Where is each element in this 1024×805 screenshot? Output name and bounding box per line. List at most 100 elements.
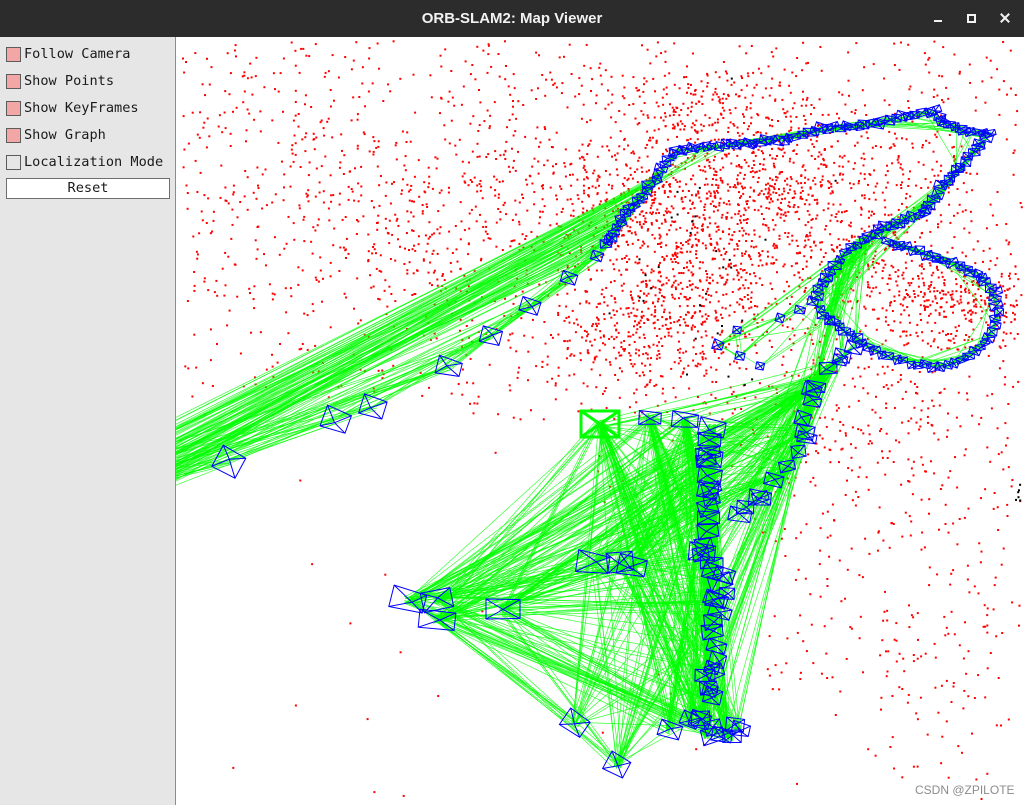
map-point (703, 165, 706, 168)
map-point (863, 158, 866, 161)
map-point (752, 189, 755, 192)
map-point (1016, 110, 1019, 113)
map-point (440, 65, 443, 68)
map-point (655, 55, 658, 58)
map-point (1014, 273, 1017, 275)
map-point (678, 297, 680, 300)
map-point (408, 249, 410, 251)
map-point (989, 259, 992, 262)
map-point (787, 285, 790, 288)
map-point (643, 337, 646, 339)
map-point (771, 125, 774, 128)
graph-edge (176, 241, 608, 454)
map-canvas[interactable]: CSDN @ZPILOTE (176, 37, 1024, 805)
map-point (585, 330, 588, 333)
map-point (476, 142, 479, 145)
map-point (830, 182, 833, 185)
map-point (397, 238, 399, 241)
map-point (771, 256, 774, 259)
map-point (1002, 468, 1005, 471)
map-point (867, 488, 870, 491)
map-point (770, 87, 773, 90)
map-point (764, 224, 767, 226)
map-point (941, 99, 943, 101)
map-point (670, 367, 673, 370)
show-points-checkbox[interactable]: Show Points (6, 72, 172, 90)
map-point (809, 245, 812, 248)
map-point (940, 271, 943, 274)
maximize-button[interactable] (959, 6, 983, 30)
map-point (890, 264, 893, 267)
map-point (199, 171, 202, 174)
map-point (700, 80, 703, 83)
graph-edge (176, 247, 608, 450)
map-point (839, 203, 842, 206)
follow-camera-checkbox[interactable]: Follow Camera (6, 45, 172, 63)
checkbox-box[interactable] (6, 127, 21, 143)
map-point (667, 331, 670, 334)
map-point (956, 543, 959, 546)
map-point (810, 219, 813, 221)
reference-point (698, 186, 701, 189)
map-point (690, 105, 693, 108)
map-point (531, 165, 534, 168)
map-view[interactable] (176, 37, 1024, 805)
map-point (1003, 302, 1006, 305)
map-point (560, 187, 563, 190)
title-bar[interactable]: ORB-SLAM2: Map Viewer (0, 0, 1024, 37)
checkbox-box[interactable] (6, 100, 21, 116)
map-point (923, 52, 926, 55)
graph-edge (176, 245, 608, 452)
map-point (658, 353, 661, 355)
map-point (796, 782, 798, 785)
minimize-button[interactable] (926, 6, 950, 30)
reset-button[interactable]: Reset (6, 178, 170, 199)
map-point (912, 765, 915, 768)
checkbox-box[interactable] (6, 46, 21, 62)
close-button[interactable] (993, 6, 1017, 30)
map-point (357, 220, 360, 223)
map-point (826, 585, 829, 587)
map-point (685, 266, 688, 269)
map-point (736, 301, 739, 304)
map-point (469, 73, 472, 76)
map-point (623, 148, 626, 151)
map-point (836, 245, 839, 248)
map-point (421, 204, 424, 206)
map-point (761, 250, 764, 253)
checkbox-box[interactable] (6, 73, 21, 89)
map-point (653, 237, 656, 240)
map-point (743, 207, 746, 210)
map-point (428, 221, 431, 224)
map-point (514, 130, 517, 133)
map-point (526, 183, 529, 186)
map-point (379, 254, 382, 257)
control-panel: Follow Camera Show Points Show KeyFrames… (0, 37, 176, 805)
map-point (511, 239, 514, 242)
map-point (678, 351, 681, 354)
map-point (474, 205, 477, 208)
map-point (317, 280, 320, 283)
map-point (960, 290, 963, 293)
map-point (488, 127, 491, 130)
map-point (665, 86, 668, 89)
map-point (691, 227, 694, 230)
map-point (728, 108, 731, 111)
map-point (490, 65, 493, 68)
reference-point (1015, 498, 1017, 501)
map-point (573, 354, 576, 357)
localization-mode-checkbox[interactable]: Localization Mode (6, 153, 172, 171)
show-keyframes-checkbox[interactable]: Show KeyFrames (6, 99, 172, 117)
map-point (1007, 718, 1010, 721)
show-graph-checkbox[interactable]: Show Graph (6, 126, 172, 144)
map-point (789, 184, 792, 187)
checkbox-box[interactable] (6, 154, 21, 170)
map-point (427, 166, 430, 169)
map-point (1011, 601, 1014, 604)
map-point (350, 119, 353, 122)
map-point (818, 151, 821, 154)
map-point (679, 180, 681, 183)
map-point (307, 174, 310, 177)
map-point (476, 155, 479, 158)
map-point (772, 162, 775, 165)
